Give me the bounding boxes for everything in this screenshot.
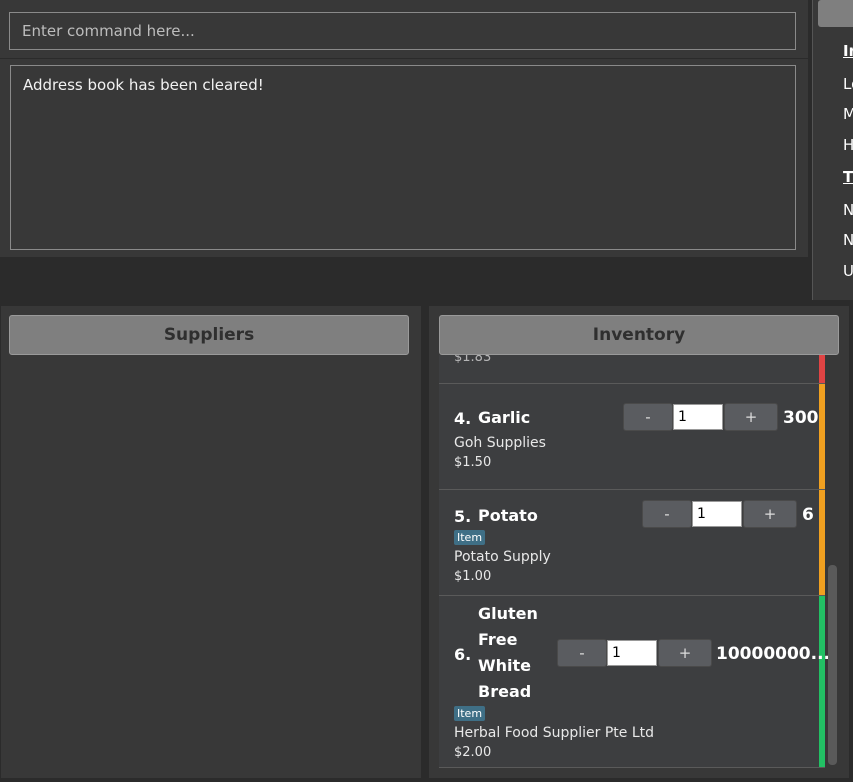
decrement-button[interactable]: - <box>623 403 673 431</box>
quantity-input[interactable]: 1 <box>692 501 742 527</box>
inventory-header: Inventory <box>439 315 839 355</box>
item-index: 6. <box>454 645 472 664</box>
item-tag: Item <box>454 530 486 545</box>
item-index: 5. <box>454 507 472 526</box>
item-price: $1.50 <box>454 455 492 470</box>
side-panel-header <box>818 0 853 27</box>
inventory-card-partial[interactable]: $1.83 <box>439 350 825 384</box>
inventory-card[interactable]: 5. Potato Item Potato Supply $1.00 - 1 +… <box>439 490 825 596</box>
inventory-scrollbar-thumb[interactable] <box>828 565 837 765</box>
result-display: Address book has been cleared! <box>10 65 796 250</box>
side-item-1: Lo <box>843 75 853 93</box>
item-supplier: Herbal Food Supplier Pte Ltd <box>454 725 655 741</box>
item-price: $1.00 <box>454 569 492 584</box>
quantity-input[interactable]: 1 <box>607 640 657 666</box>
stock-count: 10000000... <box>716 644 831 664</box>
item-supplier: Goh Supplies <box>454 435 546 451</box>
quantity-input[interactable]: 1 <box>673 404 723 430</box>
inventory-card[interactable]: 6. Gluten Free White Bread Item Herbal F… <box>439 596 830 768</box>
item-name-line-2: Free <box>478 630 518 649</box>
item-supplier: Potato Supply <box>454 549 551 565</box>
increment-button[interactable]: + <box>743 500 797 528</box>
decrement-button[interactable]: - <box>557 639 607 667</box>
increment-button[interactable]: + <box>724 403 778 431</box>
side-item-heading-2: T <box>843 168 853 186</box>
item-tag: Item <box>454 706 486 721</box>
inventory-card[interactable]: 4. Garlic Goh Supplies $1.50 - 1 + 300 <box>439 384 825 490</box>
item-index: 4. <box>454 409 472 428</box>
stock-count: 6 <box>802 505 814 525</box>
suppliers-header: Suppliers <box>9 315 409 355</box>
increment-button[interactable]: + <box>658 639 712 667</box>
item-name-line-1: Gluten <box>478 604 538 623</box>
command-input[interactable] <box>9 12 796 50</box>
suppliers-panel <box>0 305 422 779</box>
stock-count: 300 <box>783 408 819 428</box>
item-name-line-4: Bread <box>478 682 532 701</box>
stock-level-bar <box>819 596 825 767</box>
item-name: Potato <box>478 506 538 525</box>
item-name: Garlic <box>478 408 531 427</box>
side-item-heading-1: In <box>843 42 853 60</box>
side-item-4: N <box>843 201 853 219</box>
stock-level-bar <box>819 490 825 595</box>
decrement-button[interactable]: - <box>642 500 692 528</box>
side-item-6: U <box>843 262 853 280</box>
stock-level-bar <box>819 355 825 383</box>
side-item-3: H <box>843 136 853 154</box>
side-item-2: M <box>843 105 853 123</box>
item-price: $2.00 <box>454 745 492 760</box>
stock-level-bar <box>819 384 825 489</box>
item-name-line-3: White <box>478 656 532 675</box>
side-item-5: N <box>843 231 853 249</box>
